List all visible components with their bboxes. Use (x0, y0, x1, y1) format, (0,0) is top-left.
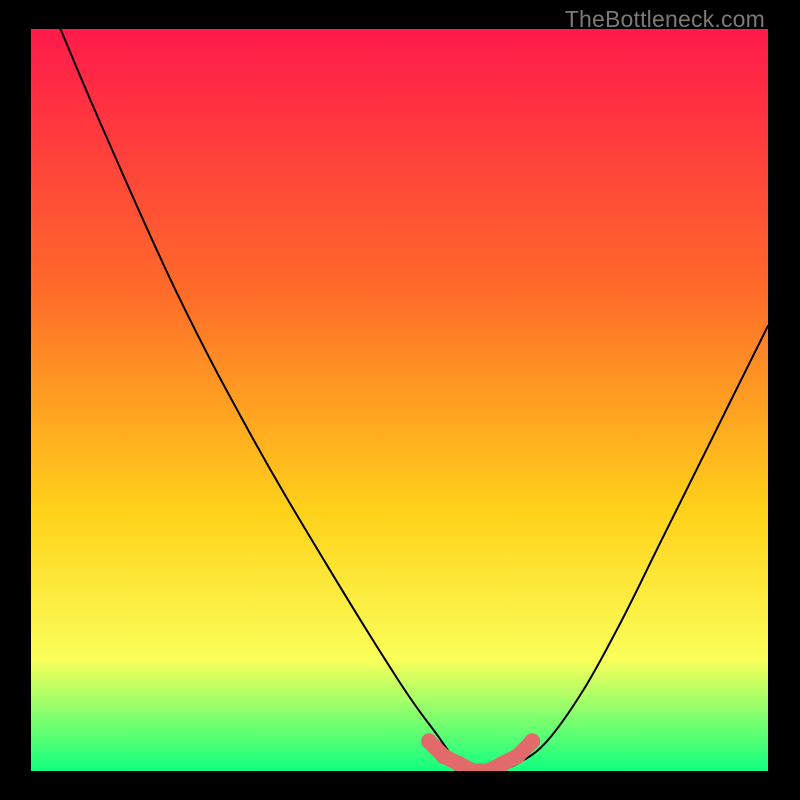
optimal-marker (524, 733, 540, 749)
optimal-marker (436, 748, 452, 764)
optimal-marker (421, 733, 437, 749)
gradient-backdrop (31, 29, 768, 771)
chart-frame (31, 29, 768, 771)
optimal-marker (495, 756, 511, 771)
optimal-marker (451, 756, 467, 771)
chart-plot (31, 29, 768, 771)
watermark-text: TheBottleneck.com (565, 6, 765, 33)
optimal-marker (509, 748, 525, 764)
